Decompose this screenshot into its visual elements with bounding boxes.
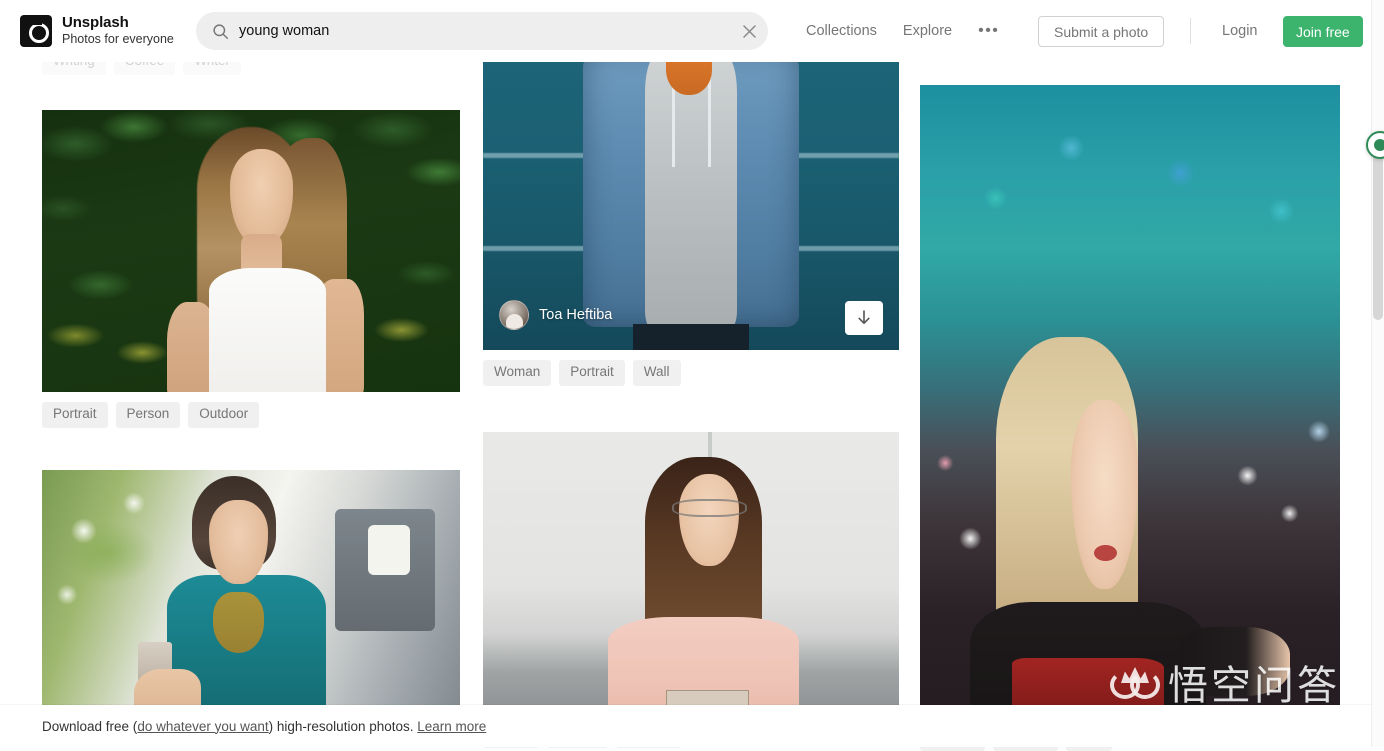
tag-chip[interactable]: Outdoor	[188, 402, 259, 428]
search-bar[interactable]	[196, 12, 768, 50]
tag-chip[interactable]: Woman	[483, 360, 551, 386]
photo-art-arm	[1180, 627, 1289, 696]
photo-thumbnail[interactable]	[920, 85, 1340, 715]
tag-chip[interactable]: Wall	[633, 360, 681, 386]
photo-tags: Woman Portrait Wall	[483, 360, 899, 386]
avatar	[499, 300, 529, 330]
photo-art-lamp-glow	[368, 525, 410, 575]
close-icon	[743, 25, 756, 38]
banner-text: Download free (do whatever you want) hig…	[42, 719, 486, 734]
site-logo[interactable]: Unsplash Photos for everyone	[20, 15, 174, 47]
photo-art-face	[209, 500, 268, 583]
login-link[interactable]: Login	[1222, 23, 1257, 39]
banner-learn-more-link[interactable]: Learn more	[417, 719, 486, 734]
photo-card: Person Portrait Eye	[920, 85, 1340, 751]
photo-art-necklace	[213, 592, 263, 653]
submit-photo-button[interactable]: Submit a photo	[1038, 16, 1164, 47]
photo-art-hoodie	[645, 60, 737, 327]
photo-author-name: Toa Heftiba	[539, 307, 612, 323]
photo-art-drawstring	[708, 75, 711, 168]
site-header: Unsplash Photos for everyone Collections…	[0, 0, 1384, 62]
photo-card: Portrait Person Outdoor	[42, 110, 460, 428]
logo-subtitle: Photos for everyone	[62, 32, 174, 46]
photo-art-face	[230, 149, 293, 245]
header-divider	[1190, 18, 1191, 44]
header-nav: Collections Explore •••	[806, 0, 999, 62]
camera-icon	[20, 15, 52, 47]
photo-author[interactable]: Toa Heftiba	[499, 300, 612, 330]
banner-license-link[interactable]: do whatever you want	[137, 719, 268, 734]
page-scrollbar[interactable]	[1371, 0, 1384, 747]
nav-collections[interactable]: Collections	[806, 23, 877, 39]
join-free-button[interactable]: Join free	[1283, 16, 1363, 47]
search-input[interactable]	[239, 23, 730, 39]
photo-grid: Portrait Person Outdoor	[0, 0, 1384, 747]
tag-chip[interactable]: Person	[116, 402, 181, 428]
photo-art-top	[209, 268, 326, 392]
photo-card: Toa Heftiba Woman Portrait Wall	[483, 60, 899, 386]
photo-tags: Portrait Person Outdoor	[42, 402, 460, 428]
photo-art-pants	[633, 324, 749, 350]
tag-chip[interactable]: Portrait	[42, 402, 108, 428]
search-icon	[212, 23, 229, 40]
photo-thumbnail[interactable]	[483, 432, 899, 712]
banner-prefix: Download free (	[42, 719, 137, 734]
more-menu-icon[interactable]: •••	[978, 22, 999, 40]
photo-art-glasses	[672, 499, 747, 517]
photo-thumbnail[interactable]: Toa Heftiba	[483, 60, 899, 350]
nav-explore[interactable]: Explore	[903, 23, 952, 39]
banner-middle: ) high-resolution photos.	[269, 719, 418, 734]
photo-thumbnail[interactable]	[42, 110, 460, 392]
download-button[interactable]	[845, 301, 883, 335]
download-arrow-icon	[856, 310, 872, 327]
download-banner: Download free (do whatever you want) hig…	[0, 705, 1384, 747]
logo-title: Unsplash	[62, 15, 174, 32]
search-clear-button[interactable]	[730, 12, 768, 50]
scrollbar-thumb[interactable]	[1373, 150, 1383, 320]
tag-chip[interactable]: Portrait	[559, 360, 625, 386]
photo-card: Smile Happy Person	[483, 432, 899, 748]
